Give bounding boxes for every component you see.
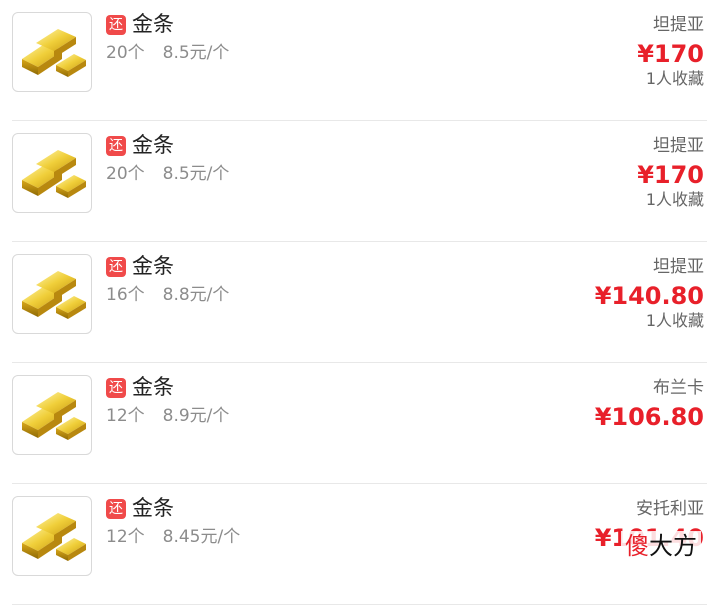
item-thumbnail[interactable] [12, 254, 92, 334]
quantity: 12个 [106, 406, 145, 426]
item-thumbnail[interactable] [12, 496, 92, 576]
price: ¥106.80 [594, 403, 704, 431]
quantity-info: 16个 8.8元/个 [106, 284, 229, 306]
quantity-info: 12个 8.9元/个 [106, 405, 229, 427]
watermark-rest: 大方 [649, 532, 697, 560]
item-title: 金条 [132, 375, 174, 399]
return-badge: 还 [106, 499, 126, 519]
return-badge: 还 [106, 378, 126, 398]
favorites-count: 1人收藏 [645, 190, 704, 209]
quantity: 16个 [106, 285, 145, 305]
unit-price: 8.45元/个 [162, 527, 241, 547]
seller-name: 坦提亚 [653, 257, 704, 277]
gold-bar-icon [22, 513, 86, 561]
seller-name: 坦提亚 [653, 15, 704, 35]
unit-price: 8.8元/个 [162, 285, 230, 305]
price: ¥170 [637, 40, 704, 68]
listing-row[interactable]: 还 金条 20个 8.5元/个 坦提亚 ¥170 1人收藏 [0, 0, 719, 121]
unit-price: 8.5元/个 [162, 43, 230, 63]
price: ¥140.80 [594, 282, 704, 310]
quantity-info: 20个 8.5元/个 [106, 42, 229, 64]
item-title: 金条 [132, 496, 174, 520]
quantity: 12个 [106, 527, 145, 547]
price: ¥170 [637, 161, 704, 189]
gold-bar-icon [22, 392, 86, 440]
return-badge: 还 [106, 257, 126, 277]
listing-row[interactable]: 还 金条 12个8.45元/个 安托利亚 ¥101.40 [0, 484, 719, 605]
favorites-count: 1人收藏 [645, 69, 704, 88]
watermark: 傻大方 [621, 531, 701, 561]
return-badge: 还 [106, 136, 126, 156]
item-title: 金条 [132, 133, 174, 157]
listing-row[interactable]: 还 金条 16个 8.8元/个 坦提亚 ¥140.80 1人收藏 [0, 242, 719, 363]
item-thumbnail[interactable] [12, 133, 92, 213]
seller-name: 布兰卡 [653, 378, 704, 398]
gold-bar-icon [22, 29, 86, 77]
gold-bar-icon [22, 271, 86, 319]
item-thumbnail[interactable] [12, 12, 92, 92]
quantity: 20个 [106, 164, 145, 184]
listing-row[interactable]: 还 金条 20个 8.5元/个 坦提亚 ¥170 1人收藏 [0, 121, 719, 242]
item-thumbnail[interactable] [12, 375, 92, 455]
unit-price: 8.5元/个 [162, 164, 230, 184]
return-badge: 还 [106, 15, 126, 35]
gold-bar-icon [22, 150, 86, 198]
watermark-first-char: 傻 [625, 532, 649, 560]
item-title: 金条 [132, 254, 174, 278]
listing-row[interactable]: 还 金条 12个 8.9元/个 布兰卡 ¥106.80 [0, 363, 719, 484]
favorites-count: 1人收藏 [645, 311, 704, 330]
seller-name: 坦提亚 [653, 136, 704, 156]
listing-list: 还 金条 20个 8.5元/个 坦提亚 ¥170 1人收藏 还 金条 20个 8… [0, 0, 719, 605]
quantity-info: 12个 8.45元/个 [106, 526, 240, 548]
item-title: 金条 [132, 12, 174, 36]
unit-price: 8.9元/个 [162, 406, 230, 426]
seller-name: 安托利亚 [636, 499, 704, 519]
quantity-info: 20个 8.5元/个 [106, 163, 229, 185]
quantity: 20个 [106, 43, 145, 63]
